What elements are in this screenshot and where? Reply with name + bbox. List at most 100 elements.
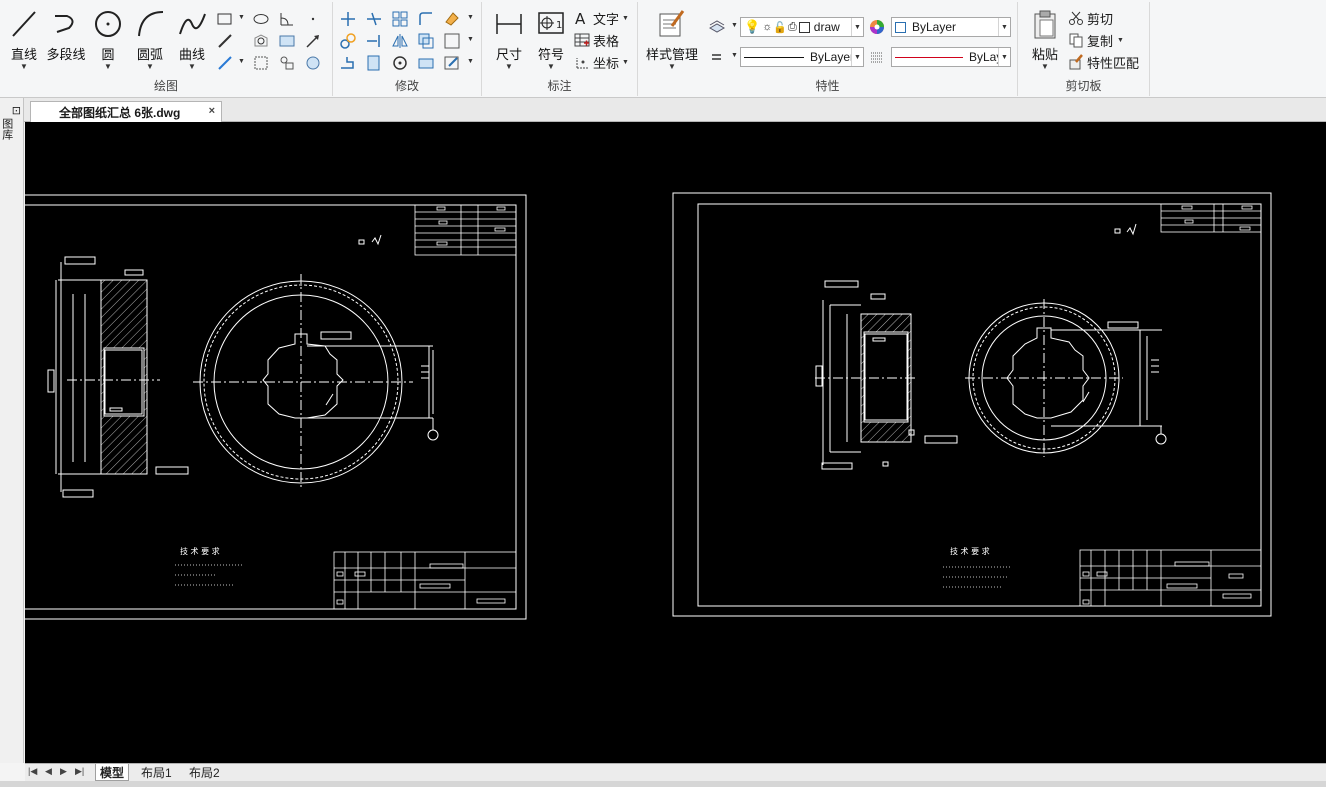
copy-button[interactable]: 复制 ▼	[1068, 30, 1124, 50]
chevron-down-icon[interactable]: ▼	[238, 14, 245, 21]
line-menu-tool[interactable]	[708, 48, 728, 66]
symbol-button[interactable]: 1 符号 ▼	[530, 6, 572, 76]
chevron-down-icon[interactable]: ▼	[488, 62, 530, 71]
paste-button[interactable]: 粘贴 ▼	[1024, 6, 1066, 76]
point-icon	[311, 17, 315, 21]
cut-label: 剪切	[1087, 11, 1114, 27]
lineweight-tool[interactable]	[868, 48, 888, 66]
offset-tool[interactable]	[417, 32, 437, 50]
color-select[interactable]: ByLayer ▼	[891, 17, 1011, 37]
layout-tab-layout1[interactable]: 布局1	[137, 764, 176, 781]
layer-select[interactable]: 💡 ☼ 🔓 ⎙ draw ▼	[740, 17, 864, 37]
angle-tool[interactable]	[278, 10, 298, 28]
mirror-tool[interactable]	[391, 32, 411, 50]
layout-tab-layout2[interactable]: 布局2	[185, 764, 224, 781]
color-swatch-icon	[798, 21, 810, 33]
scale-tool[interactable]	[443, 32, 463, 50]
color-value: ByLayer	[912, 20, 957, 34]
block-icon	[280, 56, 294, 70]
point-tool[interactable]	[304, 10, 324, 28]
hatch-tool[interactable]	[278, 32, 298, 50]
chevron-down-icon[interactable]: ▼	[731, 22, 738, 29]
sheet-2-gear-front-view	[965, 299, 1167, 457]
construction-line-tool[interactable]	[216, 32, 236, 50]
stretch-tool[interactable]	[339, 54, 359, 72]
fillet-tool[interactable]	[417, 10, 437, 28]
trim-tool[interactable]	[365, 10, 385, 28]
linetype-select[interactable]: ByLayer ▼	[740, 47, 864, 67]
chevron-down-icon[interactable]: ▼	[650, 62, 694, 71]
drawing-sheet-2[interactable]: 技 术 要 求	[672, 192, 1272, 617]
chevron-down-icon[interactable]: ▼	[467, 14, 474, 21]
next-layout-icon[interactable]: ▶	[60, 766, 67, 777]
rotate-icon	[393, 56, 407, 70]
rotate-tool[interactable]	[391, 54, 411, 72]
chevron-down-icon[interactable]: ▼	[129, 62, 171, 71]
first-layout-icon[interactable]: |◀	[28, 766, 37, 777]
chevron-down-icon[interactable]: ▼	[238, 58, 245, 65]
break-tool[interactable]	[365, 54, 385, 72]
join-tool[interactable]	[417, 54, 437, 72]
document-tab[interactable]: 全部图纸汇总 6张.dwg ×	[30, 101, 222, 122]
chevron-down-icon[interactable]: ▼	[851, 48, 863, 66]
extend-tool[interactable]	[365, 32, 385, 50]
chevron-down-icon[interactable]: ▼	[530, 62, 572, 71]
drawing-sheet-1[interactable]: 技 术 要 求	[25, 194, 527, 620]
move-tool[interactable]	[339, 10, 359, 28]
curve-button[interactable]: 曲线 ▼	[171, 6, 213, 76]
clipboard-group: 粘贴 ▼ 剪切 复制 ▼ 特性匹配 剪切板	[1018, 2, 1150, 96]
drawing-canvas[interactable]: 技 术 要 求 技 术 要 求	[25, 122, 1326, 763]
circle-button[interactable]: 圆 ▼	[87, 6, 129, 76]
style-manager-button[interactable]: 样式管理 ▼	[646, 6, 698, 76]
copy-object-tool[interactable]	[339, 32, 359, 50]
match-properties-button[interactable]: 特性匹配	[1068, 52, 1139, 72]
cut-button[interactable]: 剪切	[1068, 8, 1113, 28]
ray-tool[interactable]	[304, 32, 324, 50]
trim-icon	[367, 12, 381, 26]
chevron-down-icon[interactable]: ▼	[622, 59, 629, 66]
chevron-down-icon[interactable]: ▼	[1117, 37, 1124, 44]
ellipse-icon	[253, 14, 269, 24]
modify-group-label: 修改	[394, 79, 419, 93]
prev-layout-icon[interactable]: ◀	[45, 766, 52, 777]
chevron-down-icon[interactable]: ▼	[467, 36, 474, 43]
erase-tool[interactable]	[443, 10, 463, 28]
lineweight-select[interactable]: ByLaye ▼	[891, 47, 1011, 67]
boundary-tool[interactable]	[252, 54, 272, 72]
chevron-down-icon[interactable]: ▼	[171, 62, 213, 71]
chevron-down-icon[interactable]: ▼	[1024, 62, 1066, 71]
region-tool[interactable]	[252, 32, 272, 50]
ellipse-tool[interactable]	[252, 10, 272, 28]
block-tool[interactable]	[278, 54, 298, 72]
coordinate-button[interactable]: 坐标 ▼	[574, 52, 629, 72]
polyline-button[interactable]: 多段线	[45, 6, 87, 76]
chevron-down-icon[interactable]: ▼	[3, 62, 45, 71]
layout-tab-model[interactable]: 模型	[95, 764, 130, 781]
hatch-icon	[279, 35, 295, 47]
insert-tool[interactable]	[304, 54, 324, 72]
arc-button[interactable]: 圆弧 ▼	[129, 6, 171, 76]
layer-properties-tool[interactable]	[708, 18, 728, 36]
table-label: 表格	[593, 33, 620, 49]
dimension-button[interactable]: 尺寸 ▼	[488, 6, 530, 76]
chevron-down-icon[interactable]: ▼	[998, 48, 1010, 66]
color-wheel-tool[interactable]	[868, 18, 888, 36]
line-button[interactable]: 直线 ▼	[3, 6, 45, 76]
chevron-down-icon[interactable]: ▼	[87, 62, 129, 71]
array-tool[interactable]	[391, 10, 411, 28]
library-panel-button[interactable]: ⊡ 图库	[1, 106, 21, 152]
chevron-down-icon[interactable]: ▼	[467, 58, 474, 65]
rectangle-tool[interactable]	[216, 10, 236, 28]
drawing-svg[interactable]: 技 术 要 求 技 术 要 求	[25, 122, 1326, 763]
chevron-down-icon[interactable]: ▼	[998, 18, 1010, 36]
text-button[interactable]: A 文字 ▼	[574, 8, 629, 28]
chevron-down-icon[interactable]: ▼	[851, 18, 863, 36]
close-icon[interactable]: ×	[209, 105, 215, 117]
chevron-down-icon[interactable]: ▼	[622, 15, 629, 22]
curve-icon	[179, 13, 206, 35]
properties-edit-tool[interactable]	[443, 54, 463, 72]
chevron-down-icon[interactable]: ▼	[731, 52, 738, 59]
xline-tool[interactable]	[216, 54, 236, 72]
last-layout-icon[interactable]: ▶|	[75, 766, 84, 777]
table-button[interactable]: 表格	[574, 30, 619, 50]
